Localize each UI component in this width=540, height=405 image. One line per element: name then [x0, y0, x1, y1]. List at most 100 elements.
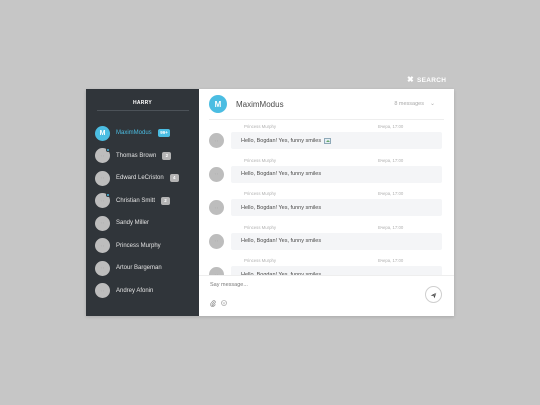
- contact-list: M MaximModus 99+ ◦ ◦ Thomas Brown 2 ◦ ◦ Edward …: [95, 122, 193, 302]
- message-text: Hello, Bogdan! Yes, funny smiles: [241, 137, 322, 144]
- chevron-down-icon: ⌄: [429, 101, 435, 107]
- message-item: Princess Murphy Вчера, 17:00 ◦ ◦ Hello, Bog…: [199, 120, 454, 154]
- message-meta: Princess Murphy Вчера, 17:00: [199, 158, 454, 164]
- online-indicator: [106, 148, 110, 153]
- message-bubble: Hello, Bogdan! Yes, funny smiles: [231, 199, 442, 216]
- avatar: ◦ ◦: [95, 260, 110, 276]
- message-time: Вчера, 17:00: [378, 157, 404, 163]
- search-label: SEARCH: [417, 76, 447, 84]
- message-time: Вчера, 17:00: [378, 124, 404, 129]
- message-row: ◦ ◦ Hello, Bogdan! Yes, funny smiles: [199, 132, 454, 149]
- user-icon: ◦ ◦: [214, 138, 219, 143]
- current-user-title: HARRY: [132, 100, 153, 106]
- message-bubble: Hello, Bogdan! Yes, funny smiles: [231, 165, 442, 183]
- message-count: 8 messages: [394, 100, 424, 107]
- message-item: Princess Murphy Вчера, 17:00 ◦ ◦ Hello, Bog…: [199, 154, 454, 188]
- contact-item[interactable]: ◦ ◦ Edward LeCriston 4: [95, 167, 193, 190]
- search-toggle[interactable]: ✖ SEARCH: [407, 76, 446, 84]
- message-author: Princess Murphy: [244, 224, 276, 230]
- contact-item[interactable]: ◦ ◦ Sandy Miller: [95, 212, 193, 235]
- avatar: M: [95, 125, 110, 141]
- contact-item[interactable]: ◦ ◦ Artour Bargeman: [95, 257, 193, 280]
- send-icon: [430, 286, 437, 304]
- message-author: Princess Murphy: [244, 258, 276, 263]
- message-item: Princess Murphy Вчера, 17:00 ◦ ◦ Hello, Bog…: [199, 221, 454, 255]
- message-time: Вчера, 17:00: [378, 258, 404, 263]
- chat-window: HARRY M MaximModus 99+ ◦ ◦ Thomas Brown 2 ◦ ◦ E…: [86, 89, 454, 316]
- avatar: M: [209, 95, 227, 113]
- contact-item[interactable]: ◦ ◦ Christian Smitt 2: [95, 190, 193, 213]
- user-icon: ◦ ◦: [100, 266, 105, 271]
- user-icon: ◦ ◦: [214, 172, 219, 176]
- unread-badge: 2: [162, 151, 172, 160]
- message-item: Princess Murphy Вчера, 17:00 ◦ ◦ Hello, Bog…: [199, 187, 454, 221]
- contact-name: Christian Smitt: [116, 197, 156, 204]
- chat-header: M MaximModus 8 messages ⌄: [199, 89, 454, 120]
- unread-badge: 2: [161, 196, 171, 205]
- message-list[interactable]: Princess Murphy Вчера, 17:00 ◦ ◦ Hello, Bog…: [199, 120, 454, 275]
- avatar: ◦ ◦: [95, 238, 110, 254]
- avatar: ◦ ◦: [209, 133, 224, 148]
- user-icon: ◦ ◦: [100, 221, 105, 226]
- message-input[interactable]: [210, 282, 410, 288]
- chat-title: MaximModus: [236, 99, 284, 109]
- contact-name: Princess Murphy: [116, 242, 161, 249]
- message-time: Вчера, 17:00: [378, 224, 404, 230]
- message-meta: Princess Murphy Вчера, 17:00: [199, 191, 454, 197]
- paperclip-icon[interactable]: [210, 300, 216, 309]
- contact-item[interactable]: M MaximModus 99+: [95, 122, 193, 145]
- avatar-initial: M: [99, 129, 106, 137]
- avatar: ◦ ◦: [209, 267, 224, 275]
- avatar: ◦ ◦: [209, 233, 224, 249]
- message-author: Princess Murphy: [244, 124, 276, 129]
- contact-name: Thomas Brown: [116, 152, 157, 159]
- smiley-icon[interactable]: [221, 300, 227, 309]
- message-meta: Princess Murphy Вчера, 17:00: [199, 258, 454, 264]
- user-icon: ◦ ◦: [100, 198, 105, 203]
- contact-item[interactable]: ◦ ◦ Princess Murphy: [95, 235, 193, 258]
- message-meta: Princess Murphy Вчера, 17:00: [199, 225, 454, 231]
- message-text: Hello, Bogdan! Yes, funny smiles: [241, 204, 322, 211]
- message-bubble: Hello, Bogdan! Yes, funny smiles: [231, 232, 442, 250]
- message-row: ◦ ◦ Hello, Bogdan! Yes, funny smiles: [199, 232, 454, 250]
- contact-name: Sandy Miller: [116, 220, 150, 227]
- contact-item[interactable]: ◦ ◦ Thomas Brown 2: [95, 145, 193, 168]
- user-icon: ◦ ◦: [214, 205, 219, 210]
- chat-panel: M MaximModus 8 messages ⌄ Princess Murph…: [199, 89, 454, 316]
- close-icon: ✖: [407, 75, 415, 84]
- message-text: Hello, Bogdan! Yes, funny smiles: [241, 171, 322, 177]
- contact-name: Andrey Afonin: [116, 287, 154, 294]
- avatar: ◦ ◦: [209, 200, 224, 215]
- unread-badge: 99+: [157, 129, 171, 138]
- message-row: ◦ ◦ Hello, Bogdan! Yes, funny smiles: [199, 199, 454, 216]
- user-icon: ◦ ◦: [100, 288, 105, 293]
- send-button[interactable]: [425, 286, 442, 303]
- avatar: ◦ ◦: [95, 193, 110, 209]
- message-row: ◦ ◦ Hello, Bogdan! Yes, funny smiles: [199, 165, 454, 183]
- message-count-dropdown[interactable]: 8 messages ⌄: [394, 100, 435, 108]
- avatar: ◦ ◦: [95, 148, 110, 164]
- message-text: Hello, Bogdan! Yes, funny smiles: [241, 238, 322, 244]
- unread-badge: 4: [169, 174, 179, 183]
- image-icon[interactable]: [324, 137, 332, 144]
- message-item: Princess Murphy Вчера, 17:00 ◦ ◦ Hello, Bog…: [199, 254, 454, 275]
- message-author: Princess Murphy: [244, 157, 276, 163]
- contact-name: Artour Bargeman: [116, 265, 162, 272]
- composer: [199, 275, 454, 316]
- contact-item[interactable]: ◦ ◦ Andrey Afonin: [95, 280, 193, 303]
- contact-name: MaximModus: [116, 130, 152, 137]
- user-icon: ◦ ◦: [100, 153, 105, 158]
- avatar: ◦ ◦: [95, 283, 110, 299]
- contact-name: Edward LeCriston: [116, 175, 164, 182]
- online-indicator: [106, 193, 110, 198]
- avatar: ◦ ◦: [95, 170, 110, 186]
- user-icon: ◦ ◦: [214, 239, 219, 243]
- user-icon: ◦ ◦: [100, 176, 105, 181]
- message-author: Princess Murphy: [244, 191, 276, 196]
- composer-tools: [210, 300, 227, 309]
- avatar: ◦ ◦: [209, 166, 224, 182]
- message-time: Вчера, 17:00: [378, 191, 404, 196]
- avatar: ◦ ◦: [95, 215, 110, 231]
- message-bubble: Hello, Bogdan! Yes, funny smiles: [231, 132, 442, 149]
- divider: [97, 110, 189, 111]
